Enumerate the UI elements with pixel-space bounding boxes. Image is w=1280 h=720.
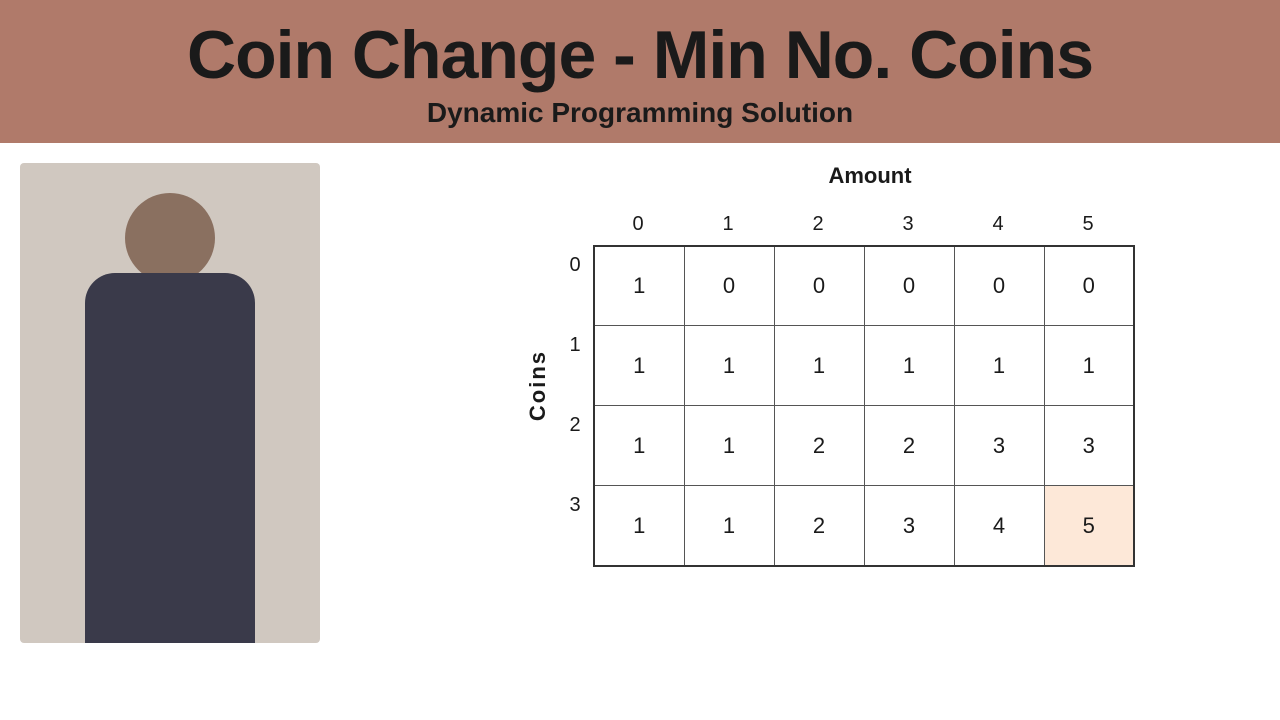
cell-2-5: 3 — [1044, 406, 1134, 486]
cell-1-2: 1 — [774, 326, 864, 406]
amount-label: Amount — [828, 163, 911, 189]
cell-0-5: 0 — [1044, 246, 1134, 326]
cell-3-4: 4 — [954, 486, 1044, 566]
cell-1-0: 1 — [594, 326, 684, 406]
cell-0-3: 0 — [864, 246, 954, 326]
cell-1-1: 1 — [684, 326, 774, 406]
cell-3-3: 3 — [864, 486, 954, 566]
row-num-1: 1 — [557, 306, 593, 386]
table-area: Amount Coins 0 1 2 3 0 1 2 3 — [380, 163, 1280, 567]
col-header-0: 0 — [593, 205, 683, 245]
grid-container: 0 1 2 3 4 5 1 0 0 0 0 — [593, 205, 1135, 567]
coins-label: Coins — [525, 350, 551, 421]
cell-0-1: 0 — [684, 246, 774, 326]
table-row: 1 0 0 0 0 0 — [594, 246, 1134, 326]
cell-2-2: 2 — [774, 406, 864, 486]
row-num-0: 0 — [557, 226, 593, 306]
col-header-1: 1 — [683, 205, 773, 245]
col-headers: 0 1 2 3 4 5 — [593, 205, 1135, 245]
header: Coin Change - Min No. Coins Dynamic Prog… — [0, 0, 1280, 143]
col-header-2: 2 — [773, 205, 863, 245]
table-wrapper: Coins 0 1 2 3 0 1 2 3 4 5 — [525, 205, 1135, 567]
cell-0-2: 0 — [774, 246, 864, 326]
cell-3-2: 2 — [774, 486, 864, 566]
cell-3-5-highlighted: 5 — [1044, 486, 1134, 566]
content-area: Amount Coins 0 1 2 3 0 1 2 3 — [0, 143, 1280, 688]
cell-0-0: 1 — [594, 246, 684, 326]
table-row: 1 1 2 3 4 5 — [594, 486, 1134, 566]
person-photo — [20, 163, 320, 643]
cell-1-4: 1 — [954, 326, 1044, 406]
cell-0-4: 0 — [954, 246, 1044, 326]
cell-2-3: 2 — [864, 406, 954, 486]
row-num-2: 2 — [557, 386, 593, 466]
cell-2-4: 3 — [954, 406, 1044, 486]
cell-1-5: 1 — [1044, 326, 1134, 406]
cell-1-3: 1 — [864, 326, 954, 406]
page-title: Coin Change - Min No. Coins — [30, 18, 1250, 93]
cell-3-1: 1 — [684, 486, 774, 566]
page-subtitle: Dynamic Programming Solution — [30, 97, 1250, 129]
col-header-3: 3 — [863, 205, 953, 245]
cell-2-0: 1 — [594, 406, 684, 486]
row-nums: 0 1 2 3 — [557, 226, 593, 546]
table-row: 1 1 1 1 1 1 — [594, 326, 1134, 406]
col-header-5: 5 — [1043, 205, 1133, 245]
cell-3-0: 1 — [594, 486, 684, 566]
coins-row-label-wrapper: Coins 0 1 2 3 — [525, 226, 593, 546]
cell-2-1: 1 — [684, 406, 774, 486]
row-num-3: 3 — [557, 466, 593, 546]
col-header-4: 4 — [953, 205, 1043, 245]
table-row: 1 1 2 2 3 3 — [594, 406, 1134, 486]
dp-table: 1 0 0 0 0 0 1 1 1 1 1 — [593, 245, 1135, 567]
